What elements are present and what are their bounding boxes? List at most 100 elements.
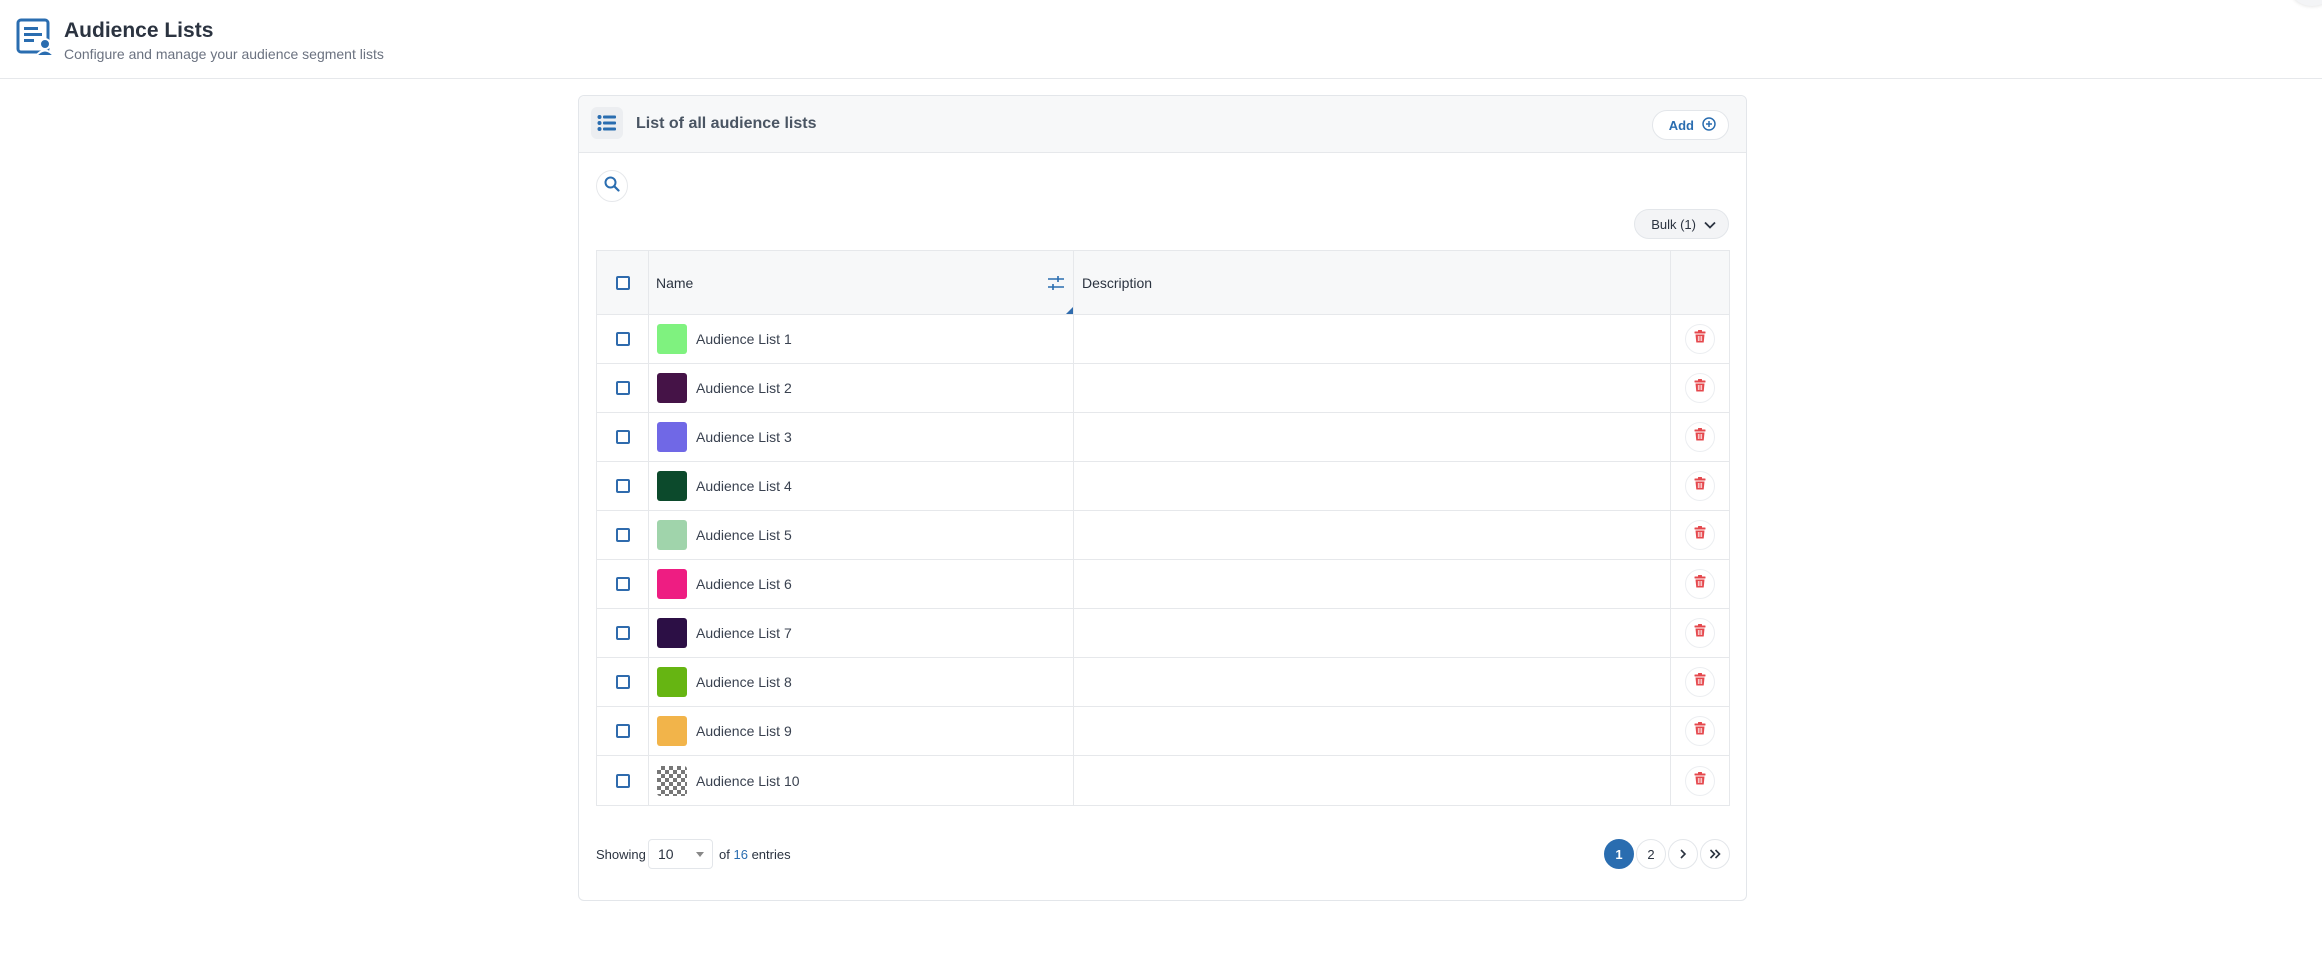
delete-button[interactable] (1685, 373, 1715, 403)
trash-icon (1694, 526, 1706, 544)
audience-list-name: Audience List 10 (696, 772, 800, 789)
row-checkbox[interactable] (615, 332, 630, 346)
search-icon (604, 176, 620, 197)
row-checkbox[interactable] (615, 381, 630, 395)
delete-button[interactable] (1685, 618, 1715, 648)
name-cell[interactable]: Audience List 4 (649, 462, 1074, 510)
description-cell (1074, 315, 1671, 363)
page-button-1[interactable]: 1 (1604, 839, 1634, 869)
name-cell[interactable]: Audience List 8 (649, 658, 1074, 706)
row-checkbox[interactable] (615, 675, 630, 689)
description-cell (1074, 560, 1671, 608)
chevron-right-icon (1679, 847, 1687, 862)
audience-list-name: Audience List 7 (696, 625, 792, 641)
row-checkbox[interactable] (615, 528, 630, 542)
delete-button[interactable] (1685, 716, 1715, 746)
table-row[interactable]: Audience List 4 (597, 462, 1729, 511)
trash-icon (1694, 575, 1706, 593)
description-cell (1074, 707, 1671, 755)
description-cell (1074, 462, 1671, 510)
delete-button[interactable] (1685, 667, 1715, 697)
audience-list-name: Audience List 1 (696, 331, 792, 347)
caret-down-icon (696, 852, 704, 857)
table-row[interactable]: Audience List 8 (597, 658, 1729, 707)
trash-icon (1694, 477, 1706, 495)
card-header: List of all audience lists Add (579, 96, 1746, 153)
audience-lists-card: List of all audience lists Add Bulk (1) (578, 95, 1747, 901)
trash-icon (1694, 771, 1706, 790)
bulk-label: Bulk (1) (1651, 216, 1696, 232)
table-row[interactable]: Audience List 2 (597, 364, 1729, 413)
table-body: Audience List 1 Audience List 2 Audience… (597, 315, 1729, 805)
color-swatch (657, 520, 687, 550)
trash-icon (1694, 428, 1706, 446)
row-checkbox[interactable] (615, 577, 630, 591)
add-button-label: Add (1668, 117, 1694, 133)
description-cell (1074, 413, 1671, 461)
plus-circle-icon (1702, 116, 1716, 134)
delete-button[interactable] (1685, 422, 1715, 452)
page-size-select[interactable]: 10 (648, 839, 713, 869)
table-row[interactable]: Audience List 5 (597, 511, 1729, 560)
filter-icon[interactable] (1047, 275, 1065, 294)
table-row[interactable]: Audience List 6 (597, 560, 1729, 609)
column-description-label: Description (1082, 274, 1153, 291)
description-cell (1074, 756, 1671, 805)
entries-count: of 16 entries (719, 847, 791, 862)
page-header: Audience Lists Configure and manage your… (0, 0, 2322, 79)
name-cell[interactable]: Audience List 7 (649, 609, 1074, 657)
delete-button[interactable] (1685, 471, 1715, 501)
audience-list-name: Audience List 6 (696, 576, 792, 592)
select-all-checkbox[interactable] (615, 275, 630, 290)
delete-button[interactable] (1685, 324, 1715, 354)
name-cell[interactable]: Audience List 5 (649, 511, 1074, 559)
name-cell[interactable]: Audience List 1 (649, 315, 1074, 363)
add-button[interactable]: Add (1651, 110, 1729, 140)
table-row[interactable]: Audience List 7 (597, 609, 1729, 658)
table-row[interactable]: Audience List 10 (597, 756, 1729, 805)
delete-button[interactable] (1685, 569, 1715, 599)
last-page-button[interactable] (1700, 839, 1730, 869)
column-header-actions (1671, 251, 1729, 314)
description-cell (1074, 658, 1671, 706)
row-checkbox[interactable] (615, 773, 630, 788)
description-cell (1074, 511, 1671, 559)
audience-list-name: Audience List 5 (696, 527, 792, 543)
row-checkbox[interactable] (615, 626, 630, 640)
search-button[interactable] (596, 170, 628, 202)
table-row[interactable]: Audience List 9 (597, 707, 1729, 756)
color-swatch (657, 765, 687, 796)
table-row[interactable]: Audience List 3 (597, 413, 1729, 462)
audience-list-name: Audience List 4 (696, 478, 792, 494)
row-checkbox[interactable] (615, 724, 630, 738)
name-cell[interactable]: Audience List 6 (649, 560, 1074, 608)
name-cell[interactable]: Audience List 3 (649, 413, 1074, 461)
color-swatch (657, 373, 687, 403)
trash-icon (1694, 330, 1706, 348)
row-checkbox[interactable] (615, 479, 630, 493)
color-swatch (657, 667, 687, 697)
audience-list-name: Audience List 3 (696, 429, 792, 445)
name-cell[interactable]: Audience List 2 (649, 364, 1074, 412)
delete-button[interactable] (1685, 520, 1715, 550)
color-swatch (657, 422, 687, 452)
bulk-actions-dropdown[interactable]: Bulk (1) (1634, 209, 1729, 239)
next-page-button[interactable] (1668, 839, 1698, 869)
double-chevron-right-icon (1709, 847, 1721, 862)
column-name-label: Name (656, 274, 694, 291)
description-cell (1074, 609, 1671, 657)
audience-list-icon (16, 18, 57, 58)
name-cell[interactable]: Audience List 10 (649, 756, 1074, 805)
sort-indicator-icon (1066, 307, 1073, 314)
trash-icon (1694, 722, 1706, 740)
column-header-name[interactable]: Name (649, 251, 1074, 314)
column-header-description[interactable]: Description (1074, 251, 1671, 314)
name-cell[interactable]: Audience List 9 (649, 707, 1074, 755)
audience-list-name: Audience List 8 (696, 674, 792, 690)
row-checkbox[interactable] (615, 430, 630, 444)
delete-button[interactable] (1685, 765, 1715, 796)
page-button-2[interactable]: 2 (1636, 839, 1666, 869)
trash-icon (1694, 624, 1706, 642)
table-row[interactable]: Audience List 1 (597, 315, 1729, 364)
user-menu-avatar[interactable] (2292, 0, 2322, 6)
